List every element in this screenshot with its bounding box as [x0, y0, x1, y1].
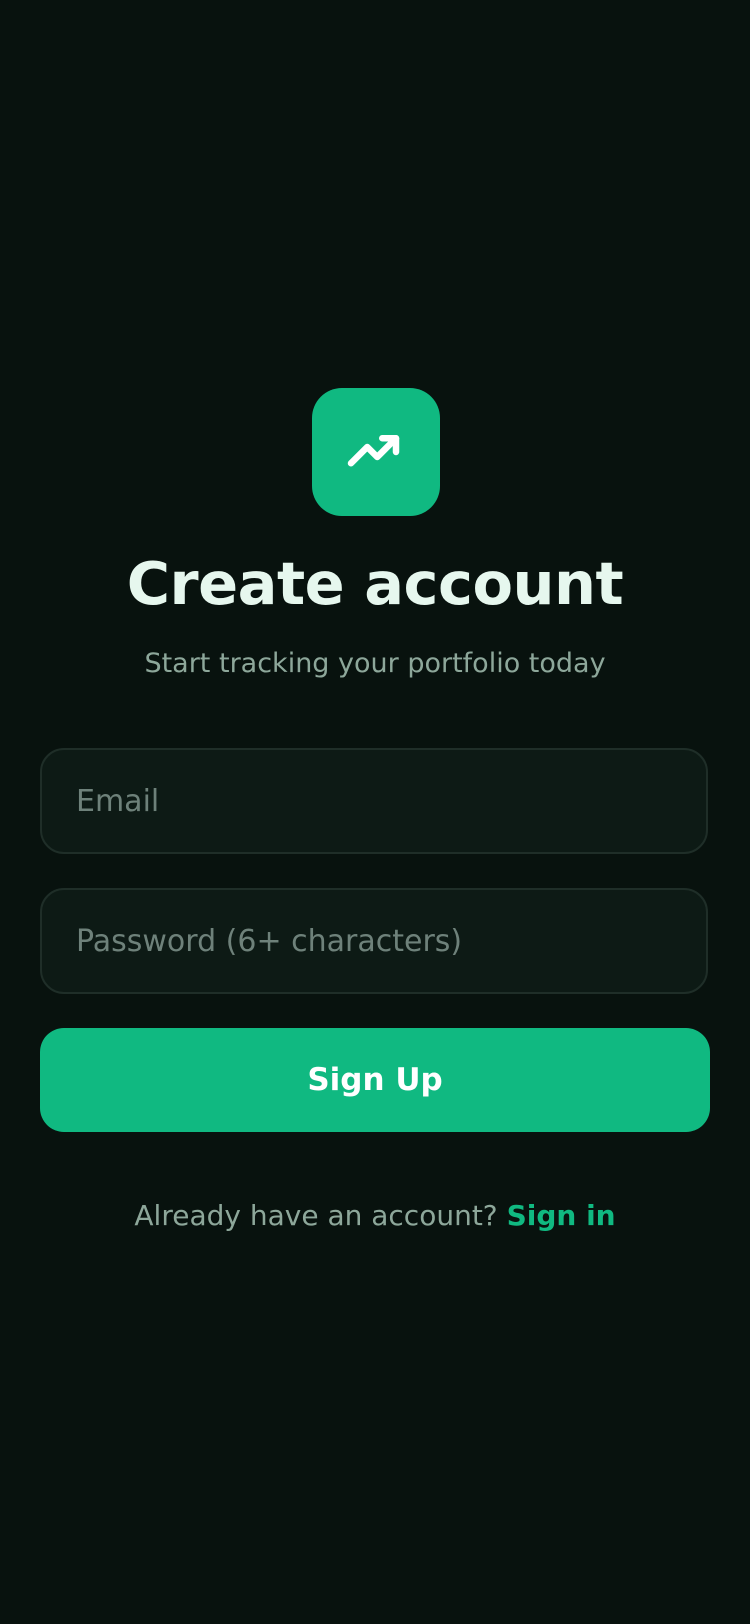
page-subtitle: Start tracking your portfolio today	[144, 648, 606, 679]
sign-up-button[interactable]: Sign Up	[40, 1028, 710, 1132]
app-logo	[312, 388, 440, 516]
page-title: Create account	[126, 549, 624, 618]
email-input[interactable]	[74, 782, 706, 820]
sign-in-prompt-text: Already have an account?	[134, 1199, 498, 1232]
sign-in-prompt: Already have an account? Sign in	[0, 1196, 750, 1236]
password-input[interactable]	[74, 922, 706, 960]
password-field	[40, 888, 708, 994]
email-field	[40, 748, 708, 854]
trending-up-icon	[347, 435, 400, 467]
sign-in-link[interactable]: Sign in	[507, 1199, 616, 1232]
